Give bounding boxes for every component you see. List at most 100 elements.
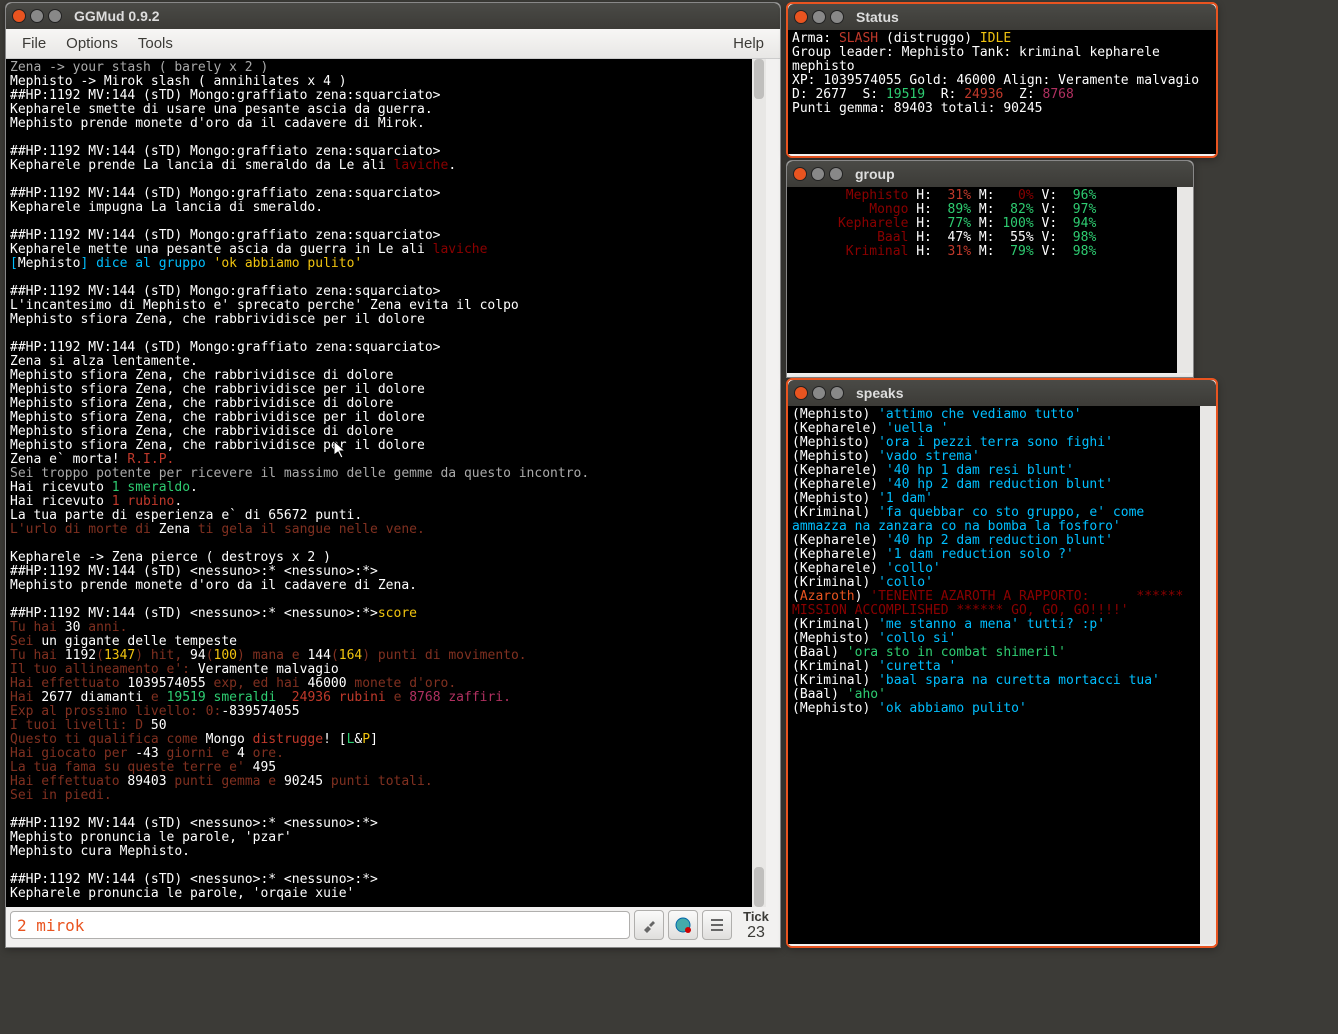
world-button[interactable] [668, 910, 698, 940]
menu-tools[interactable]: Tools [128, 33, 183, 54]
speak-line: (Kriminal) 'me stanno a mena' tutti? :p' [792, 618, 1196, 632]
minimize-icon[interactable] [30, 9, 44, 23]
speak-line: (Mephisto) 'ora i pezzi terra sono fighi… [792, 436, 1196, 450]
command-input[interactable] [10, 911, 630, 939]
group-window: group Mephisto H: 31% M: 0% V: 96% Mongo… [786, 160, 1194, 378]
group-row: Baal H: 47% M: 55% V: 98% [791, 231, 1173, 245]
speak-line: (Azaroth) 'TENENTE AZAROTH A RAPPORTO: *… [792, 590, 1196, 618]
menu-options[interactable]: Options [56, 33, 128, 54]
close-icon[interactable] [794, 10, 808, 24]
menu-file[interactable]: File [12, 33, 56, 54]
speak-line: (Mephisto) 'collo si' [792, 632, 1196, 646]
gl-value: Mephisto [902, 45, 965, 60]
log-line: Kepharele -> Zena pierce ( destroys x 2 … [10, 551, 762, 565]
tick-value: 23 [736, 924, 776, 942]
main-titlebar[interactable]: GGMud 0.9.2 [6, 3, 780, 29]
minimize-icon[interactable] [811, 167, 825, 181]
log-line: L'incantesimo di Mephisto e' sprecato pe… [10, 299, 762, 313]
scrollbar-vertical[interactable] [752, 59, 766, 907]
speaks-titlebar[interactable]: speaks [788, 380, 1216, 406]
main-window: GGMud 0.9.2 File Options Tools Help Zena… [5, 2, 781, 948]
arma-value: SLASH [839, 31, 878, 46]
speak-line: (Mephisto) '1 dam' [792, 492, 1196, 506]
log-line: La tua fama su queste terre e' 495 [10, 761, 762, 775]
close-icon[interactable] [793, 167, 807, 181]
z-value: 8768 [1043, 87, 1074, 102]
menu-help[interactable]: Help [723, 33, 774, 54]
gold-value: 46000 [956, 73, 995, 88]
log-line: Kepharele smette di usare una pesante as… [10, 103, 762, 117]
tick-display: Tick 23 [736, 909, 776, 942]
maximize-icon[interactable] [830, 386, 844, 400]
status-title: Status [856, 9, 899, 25]
group-row: Mephisto H: 31% M: 0% V: 96% [791, 189, 1173, 203]
speak-line: (Kriminal) 'fa quebbar co sto gruppo, e'… [792, 506, 1196, 534]
r-label: R: [941, 87, 957, 102]
list-icon [709, 917, 725, 933]
pin-button[interactable] [634, 910, 664, 940]
log-line: Sei in piedi. [10, 789, 762, 803]
main-terminal[interactable]: Zena -> your stash ( barely x 2 )Mephist… [6, 59, 780, 907]
log-line: La tua parte di esperienza e` di 65672 p… [10, 509, 762, 523]
close-icon[interactable] [12, 9, 26, 23]
arma-paren: (distruggo) [886, 31, 972, 46]
log-line: Mephisto sfiora Zena, che rabbrividisce … [10, 313, 762, 327]
log-line: Hai 2677 diamanti e 19519 smeraldi 24936… [10, 691, 762, 705]
speak-line: (Baal) 'aho' [792, 688, 1196, 702]
log-line: [Mephisto] dice al gruppo 'ok abbiamo pu… [10, 257, 762, 271]
pin-icon [641, 917, 657, 933]
log-line: Kepharele mette una pesante ascia da gue… [10, 243, 762, 257]
minimize-icon[interactable] [812, 10, 826, 24]
align-value: Veramente malvagio [1058, 73, 1199, 88]
group-titlebar[interactable]: group [787, 161, 1193, 187]
d-value: 2677 [815, 87, 846, 102]
tank-label: Tank: [972, 45, 1011, 60]
minimize-icon[interactable] [812, 386, 826, 400]
log-line: Tu hai 30 anni. [10, 621, 762, 635]
log-line: Zena e` morta! R.I.P. [10, 453, 762, 467]
log-line: Sei un gigante delle tempeste [10, 635, 762, 649]
speak-line: (Mephisto) 'ok abbiamo pulito' [792, 702, 1196, 716]
tick-label: Tick [736, 909, 776, 924]
log-line [10, 859, 762, 873]
log-line: Mephisto -> Mirok slash ( annihilates x … [10, 75, 762, 89]
speak-line: (Baal) 'ora sto in combat shimeril' [792, 646, 1196, 660]
group-title: group [855, 166, 895, 182]
log-line: I tuoi livelli: D 50 [10, 719, 762, 733]
maximize-icon[interactable] [830, 10, 844, 24]
log-line: Zena si alza lentamente. [10, 355, 762, 369]
speaks-window: speaks (Mephisto) 'attimo che vediamo tu… [786, 378, 1218, 948]
scroll-down-icon[interactable] [754, 867, 764, 907]
log-line [10, 803, 762, 817]
maximize-icon[interactable] [829, 167, 843, 181]
log-line: Mephisto sfiora Zena, che rabbrividisce … [10, 439, 762, 453]
close-icon[interactable] [794, 386, 808, 400]
scroll-up-icon[interactable] [754, 59, 764, 99]
speak-line: (Mephisto) 'attimo che vediamo tutto' [792, 408, 1196, 422]
log-line: Mephisto cura Mephisto. [10, 845, 762, 859]
group-body[interactable]: Mephisto H: 31% M: 0% V: 96% Mongo H: 89… [787, 187, 1193, 373]
log-line: Questo ti qualifica come Mongo distrugge… [10, 733, 762, 747]
log-line [10, 215, 762, 229]
speak-line: (Kepharele) '40 hp 1 dam resi blunt' [792, 464, 1196, 478]
log-line: Hai giocato per -43 giorni e 4 ore. [10, 747, 762, 761]
log-line: ##HP:1192 MV:144 (sTD) <nessuno>:* <ness… [10, 565, 762, 579]
status-window: Status Arma: SLASH (distruggo) IDLE Grou… [786, 2, 1218, 158]
log-line: Kepharele prende La lancia di smeraldo d… [10, 159, 762, 173]
group-row: Kriminal H: 31% M: 79% V: 98% [791, 245, 1173, 259]
status-body[interactable]: Arma: SLASH (distruggo) IDLE Group leade… [788, 30, 1216, 154]
log-line: Mephisto sfiora Zena, che rabbrividisce … [10, 369, 762, 383]
log-line: Hai ricevuto 1 rubino. [10, 495, 762, 509]
speaks-body[interactable]: (Mephisto) 'attimo che vediamo tutto' (Ke… [788, 406, 1216, 944]
log-line: ##HP:1192 MV:144 (sTD) Mongo:graffiato z… [10, 285, 762, 299]
tot-label: totali: [941, 101, 996, 116]
log-line: Kepharele impugna La lancia di smeraldo. [10, 201, 762, 215]
status-titlebar[interactable]: Status [788, 4, 1216, 30]
maximize-icon[interactable] [48, 9, 62, 23]
log-line: Mephisto prende monete d'oro da il cadav… [10, 117, 762, 131]
list-button[interactable] [702, 910, 732, 940]
xp-value: 1039574055 [823, 73, 901, 88]
log-line [10, 271, 762, 285]
s-label: S: [862, 87, 878, 102]
log-line: ##HP:1192 MV:144 (sTD) Mongo:graffiato z… [10, 187, 762, 201]
